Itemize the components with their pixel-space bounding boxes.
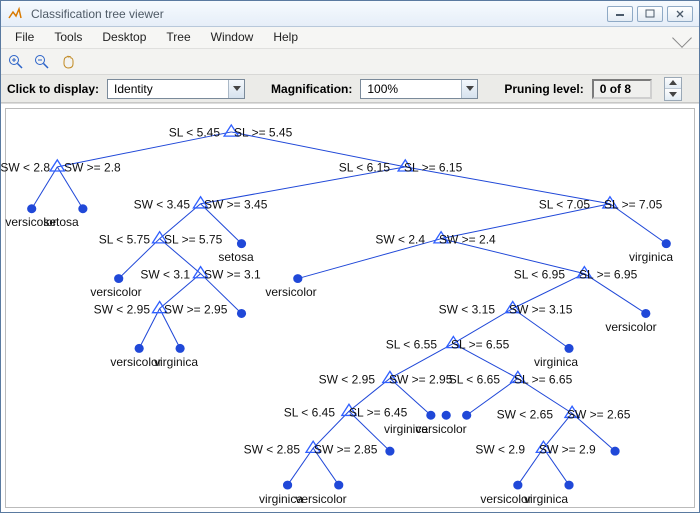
leaf-label: versicolor xyxy=(605,320,656,334)
split-label-right: SW >= 2.95 xyxy=(164,303,227,317)
split-label-left: SW < 2.95 xyxy=(319,373,375,387)
split-label-left: SL < 6.45 xyxy=(284,406,335,420)
split-label-left: SL < 5.45 xyxy=(169,126,220,140)
split-label-right: SW >= 2.9 xyxy=(539,443,596,457)
split-label-right: SW >= 2.8 xyxy=(64,161,121,175)
magnification-select[interactable]: 100% xyxy=(360,79,478,99)
minimize-button[interactable] xyxy=(607,6,633,22)
split-label-left: SW < 2.8 xyxy=(1,161,50,175)
pruning-level-label: Pruning level: xyxy=(504,82,583,96)
split-label-left: SL < 6.15 xyxy=(339,161,390,175)
leaf-label: virginica xyxy=(524,492,568,506)
split-label-right: SL >= 5.45 xyxy=(234,126,292,140)
menu-file[interactable]: File xyxy=(5,27,44,48)
magnification-value: 100% xyxy=(361,82,461,96)
menu-window[interactable]: Window xyxy=(201,27,264,48)
leaf-label: versicolor xyxy=(265,285,316,299)
leaf-label: setosa xyxy=(43,215,78,229)
click-to-display-value: Identity xyxy=(108,82,228,96)
menu-tree[interactable]: Tree xyxy=(156,27,200,48)
split-label-left: SW < 3.15 xyxy=(439,303,495,317)
window-controls xyxy=(607,6,693,22)
click-to-display-label: Click to display: xyxy=(7,82,99,96)
dock-arrow-icon[interactable] xyxy=(672,28,692,48)
split-label-left: SW < 3.45 xyxy=(134,198,190,212)
split-label-right: SW >= 2.4 xyxy=(439,233,496,247)
menubar: File Tools Desktop Tree Window Help xyxy=(1,27,699,49)
split-label-right: SL >= 7.05 xyxy=(604,198,662,212)
click-to-display-select[interactable]: Identity xyxy=(107,79,245,99)
pan-icon[interactable] xyxy=(59,53,77,71)
app-window: Classification tree viewer File Tools De… xyxy=(0,0,700,513)
leaf-label: virginica xyxy=(629,250,673,264)
window-title: Classification tree viewer xyxy=(29,7,601,21)
split-label-right: SW >= 3.45 xyxy=(204,198,267,212)
pruning-level-value: 0 of 8 xyxy=(592,79,652,99)
split-label-right: SL >= 6.65 xyxy=(514,373,572,387)
split-label-right: SW >= 2.65 xyxy=(567,408,630,422)
split-label-right: SL >= 6.95 xyxy=(579,268,637,282)
split-label-right: SL >= 5.75 xyxy=(164,233,222,247)
split-label-left: SL < 6.55 xyxy=(386,338,437,352)
tree-canvas-wrap: SL < 5.45 SL >= 5.45 SW < 2.8 SW >= 2.8 SL <… xyxy=(1,103,699,512)
split-label-left: SW < 3.1 xyxy=(140,268,190,282)
chevron-down-icon xyxy=(228,80,244,98)
titlebar: Classification tree viewer xyxy=(1,1,699,27)
split-label-right: SL >= 6.15 xyxy=(404,161,462,175)
split-label-left: SW < 2.4 xyxy=(375,233,425,247)
matlab-icon xyxy=(7,6,23,22)
menu-tools[interactable]: Tools xyxy=(44,27,92,48)
split-label-left: SL < 6.95 xyxy=(514,268,565,282)
split-label-left: SL < 6.65 xyxy=(449,373,500,387)
split-label-right: SW >= 3.15 xyxy=(509,303,572,317)
split-label-left: SW < 2.65 xyxy=(497,408,553,422)
tree-canvas[interactable]: SL < 5.45 SL >= 5.45 SW < 2.8 SW >= 2.8 SL <… xyxy=(1,104,699,512)
split-label-left: SW < 2.95 xyxy=(94,303,150,317)
leaf-label: virginica xyxy=(534,355,578,369)
leaf-label: versicolor xyxy=(415,422,466,436)
leaf-label: versicolor xyxy=(295,492,346,506)
split-label-left: SL < 5.75 xyxy=(99,233,150,247)
split-label-right: SW >= 3.1 xyxy=(204,268,261,282)
split-label-left: SW < 2.85 xyxy=(244,443,300,457)
split-label-right: SL >= 6.55 xyxy=(451,338,509,352)
magnification-label: Magnification: xyxy=(271,82,352,96)
split-label-right: SW >= 2.85 xyxy=(314,443,377,457)
split-label-left: SW < 2.9 xyxy=(475,443,525,457)
chevron-down-icon xyxy=(461,80,477,98)
prune-up-button[interactable] xyxy=(665,78,681,90)
menu-help[interactable]: Help xyxy=(263,27,308,48)
prune-down-button[interactable] xyxy=(665,89,681,100)
close-button[interactable] xyxy=(667,6,693,22)
split-label-right: SW >= 2.95 xyxy=(389,373,452,387)
leaf-label: versicolor xyxy=(90,285,141,299)
toolbar xyxy=(1,49,699,75)
zoom-out-icon[interactable] xyxy=(33,53,51,71)
split-label-right: SL >= 6.45 xyxy=(349,406,407,420)
leaf-label: virginica xyxy=(154,355,198,369)
zoom-in-icon[interactable] xyxy=(7,53,25,71)
leaf-label: setosa xyxy=(218,250,253,264)
control-bar: Click to display: Identity Magnification… xyxy=(1,75,699,103)
menu-desktop[interactable]: Desktop xyxy=(92,27,156,48)
maximize-button[interactable] xyxy=(637,6,663,22)
split-label-left: SL < 7.05 xyxy=(539,198,590,212)
